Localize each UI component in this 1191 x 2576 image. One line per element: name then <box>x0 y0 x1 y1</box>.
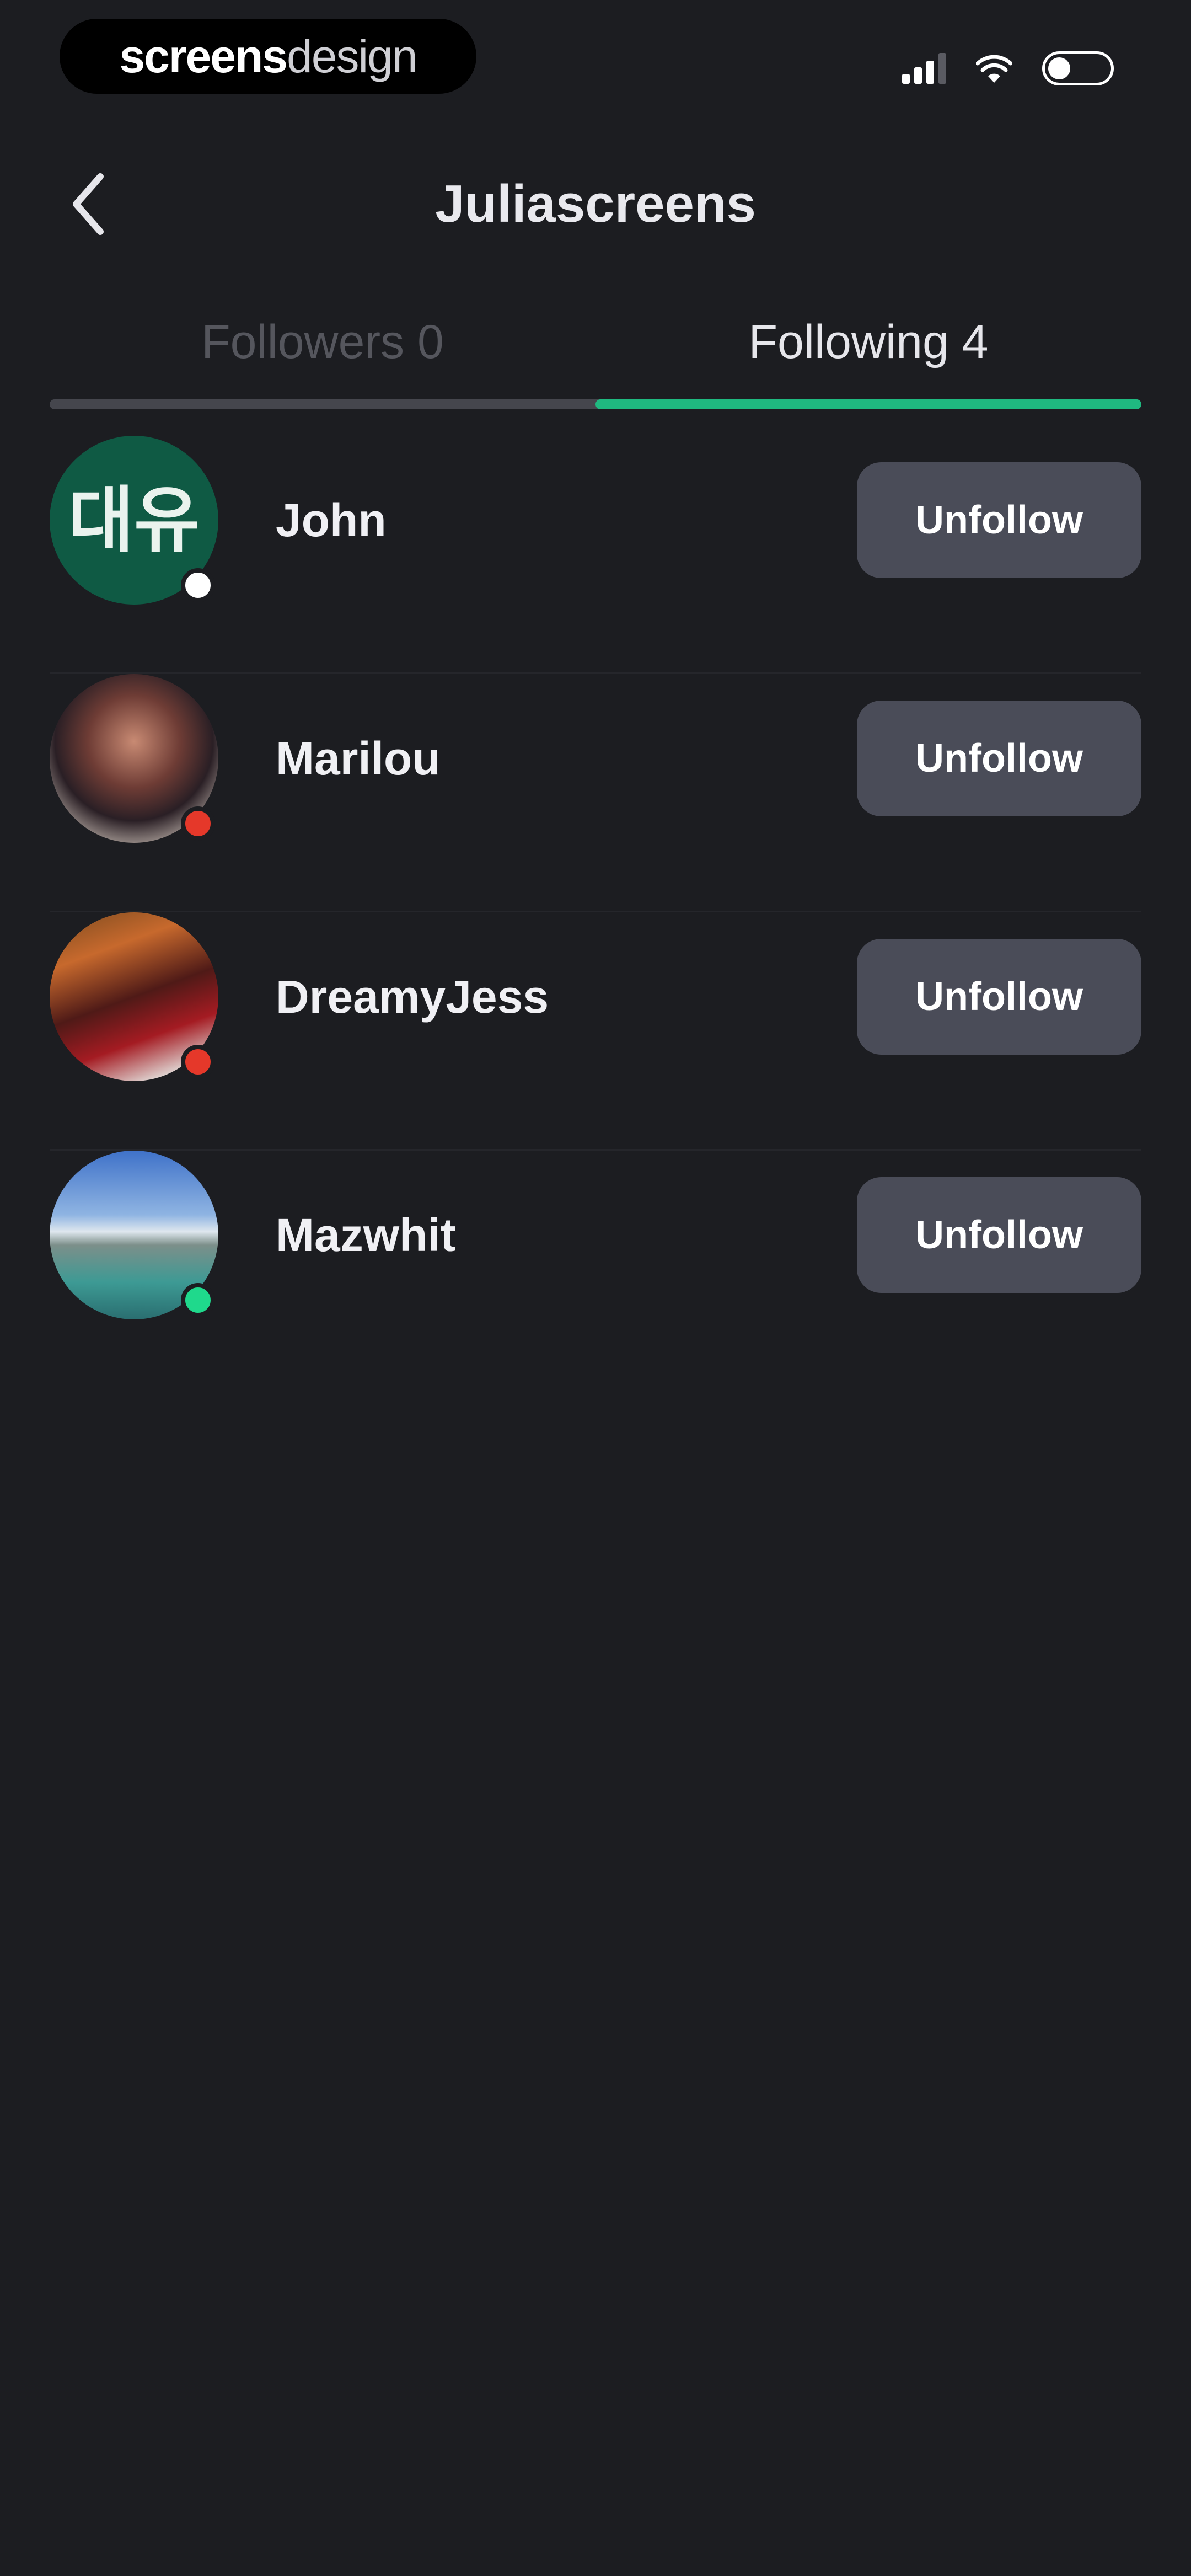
battery-icon <box>1042 51 1114 85</box>
brand-logo-light: design <box>287 30 418 82</box>
unfollow-button[interactable]: Unfollow <box>857 939 1141 1055</box>
wifi-icon <box>976 55 1012 83</box>
following-list: 대유 John Unfollow Marilou Unfollow Dreamy… <box>0 436 1191 1389</box>
status-dot-online <box>181 1283 215 1317</box>
status-icons <box>902 49 1114 88</box>
status-bar: screens design <box>0 0 1191 110</box>
status-dot-busy <box>181 806 215 841</box>
back-button[interactable] <box>55 165 121 243</box>
avatar-initials: 대유 <box>68 478 200 562</box>
status-dot-busy <box>181 1045 215 1079</box>
brand-logo-bold: screens <box>119 30 288 82</box>
list-item: Marilou Unfollow <box>0 674 1191 912</box>
unfollow-button[interactable]: Unfollow <box>857 462 1141 578</box>
user-name[interactable]: Marilou <box>276 674 441 843</box>
unfollow-button[interactable]: Unfollow <box>857 1177 1141 1293</box>
tab-active-indicator <box>596 399 1141 409</box>
avatar-container <box>0 1151 276 1389</box>
tab-bar: Followers 0 Following 4 <box>50 287 1141 419</box>
list-item: 대유 John Unfollow <box>0 436 1191 674</box>
signal-icon <box>902 53 946 84</box>
chevron-left-icon <box>73 173 104 235</box>
unfollow-button[interactable]: Unfollow <box>857 701 1141 816</box>
header: Juliascreens <box>0 138 1191 270</box>
brand-logo: screens design <box>60 19 476 94</box>
user-name[interactable]: John <box>276 436 387 605</box>
list-item: DreamyJess Unfollow <box>0 912 1191 1151</box>
tab-following[interactable]: Following 4 <box>596 287 1141 397</box>
avatar-container <box>0 674 276 912</box>
list-item: Mazwhit Unfollow <box>0 1151 1191 1389</box>
status-dot-offline <box>181 568 215 602</box>
user-name[interactable]: Mazwhit <box>276 1151 456 1319</box>
tab-followers[interactable]: Followers 0 <box>50 287 596 397</box>
user-name[interactable]: DreamyJess <box>276 912 549 1081</box>
avatar-container <box>0 912 276 1151</box>
avatar-container: 대유 <box>0 436 276 674</box>
page-title: Juliascreens <box>435 174 756 233</box>
